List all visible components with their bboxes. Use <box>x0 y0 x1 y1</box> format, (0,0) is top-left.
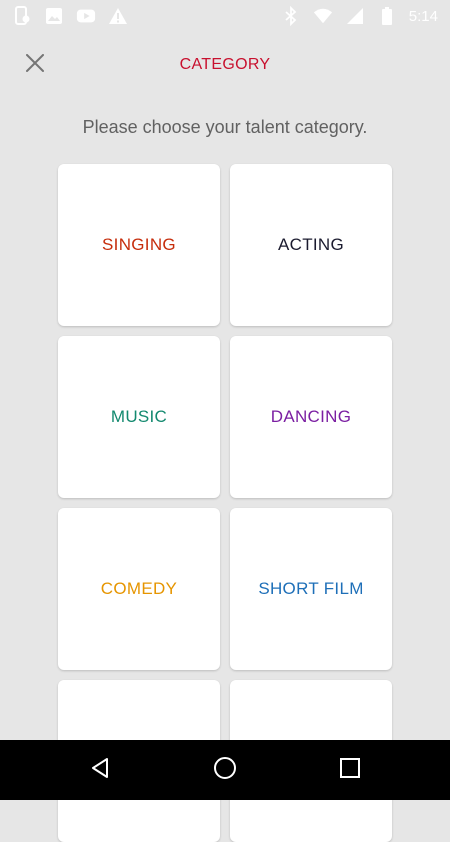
battery-icon <box>377 6 397 26</box>
category-label: MUSIC <box>110 407 168 426</box>
status-notifications <box>12 6 128 26</box>
back-icon <box>89 757 111 784</box>
category-label: COMEDY <box>100 579 178 598</box>
recents-button[interactable] <box>335 755 365 785</box>
navigation-bar <box>0 740 450 800</box>
back-button[interactable] <box>85 755 115 785</box>
page-title: CATEGORY <box>179 56 271 73</box>
recents-icon <box>339 757 361 784</box>
bluetooth-icon <box>281 6 301 26</box>
category-card-singing[interactable]: SINGING <box>58 164 220 326</box>
signal-icon <box>345 6 365 26</box>
category-label: ACTING <box>277 235 345 254</box>
wifi-icon <box>313 6 333 26</box>
home-icon <box>213 756 237 785</box>
app-bar: CATEGORY <box>0 32 450 96</box>
category-label: SHORT FILM <box>258 579 364 598</box>
status-system: 5:14 <box>281 6 438 26</box>
image-icon <box>44 6 64 26</box>
youtube-icon <box>76 6 96 26</box>
phone-sync-icon <box>12 6 32 26</box>
category-card-acting[interactable]: ACTING <box>230 164 392 326</box>
category-card-music[interactable]: MUSIC <box>58 336 220 498</box>
status-time: 5:14 <box>408 7 438 25</box>
warning-icon <box>108 6 128 26</box>
home-button[interactable] <box>210 755 240 785</box>
category-card-comedy[interactable]: COMEDY <box>58 508 220 670</box>
category-label: SINGING <box>102 235 176 254</box>
category-card-short-film[interactable]: SHORT FILM <box>230 508 392 670</box>
status-bar: 5:14 <box>0 0 450 32</box>
category-card-dancing[interactable]: DANCING <box>230 336 392 498</box>
category-prompt: Please choose your talent category. <box>82 117 368 137</box>
category-label: DANCING <box>270 407 352 426</box>
